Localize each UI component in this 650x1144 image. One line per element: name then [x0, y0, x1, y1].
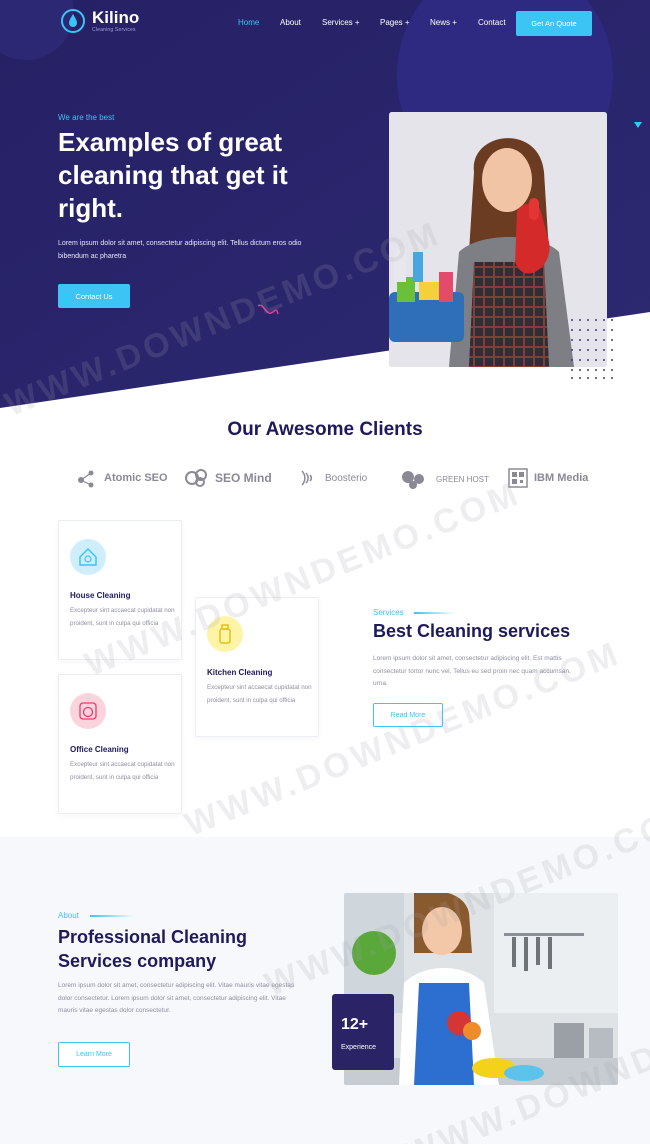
squiggle-decoration-icon [257, 304, 279, 315]
services-eyebrow: Services [373, 608, 404, 617]
bottle-icon [207, 616, 243, 652]
experience-number: 12+ [341, 1016, 369, 1033]
washer-icon [70, 693, 106, 729]
dot-grid-decoration [571, 319, 613, 379]
nav-home[interactable]: Home [238, 18, 259, 27]
services-heading: Best Cleaning services [373, 621, 571, 641]
house-icon [70, 539, 106, 575]
client-logo-seo-mind[interactable]: SEO Mind [185, 468, 272, 488]
experience-badge: 12+ Experience [332, 994, 394, 1070]
logo-tagline: Cleaning Services [92, 27, 136, 33]
hero-eyebrow: We are the best [58, 113, 115, 122]
service-desc: Excepteur sint accaecat cupidatat non pr… [70, 607, 175, 627]
about-title: Professional Cleaning Services company [58, 927, 248, 971]
hero-section: Kilino Cleaning Services Home About Serv… [0, 0, 650, 410]
client-label: Boosterio [325, 472, 368, 484]
learn-more-button[interactable]: Learn More [58, 1042, 130, 1067]
service-desc: Excepteur sint accaecat cupidatat non pr… [207, 684, 312, 704]
service-title: Kitchen Cleaning [207, 668, 273, 677]
hero-title: Examples of great cleaning that get it r… [58, 127, 288, 223]
nav-about[interactable]: About [280, 18, 301, 27]
wave-icon [301, 470, 313, 486]
about-text: Lorem ipsum dolor sit amet, consectetur … [58, 982, 295, 1014]
nav-services[interactable]: Services + [322, 18, 360, 27]
clients-title: Our Awesome Clients [227, 419, 423, 440]
eyebrow-line [90, 915, 134, 917]
read-more-button[interactable]: Read More [373, 703, 443, 727]
about-eyebrow: About [58, 911, 79, 920]
nav-contact[interactable]: Contact [478, 18, 506, 27]
client-logo-ibm-media[interactable]: IBM Media [508, 468, 588, 488]
droplet-logo-icon [61, 9, 85, 33]
contact-us-button[interactable]: Contact Us [58, 284, 130, 308]
client-logo-green-host[interactable]: GREEN HOST [400, 468, 489, 490]
logo[interactable]: Kilino Cleaning Services [60, 8, 139, 34]
cloud-icon [402, 471, 424, 489]
hero-text: Lorem ipsum dolor sit amet, consectetur … [58, 240, 302, 260]
service-title: Office Cleaning [70, 745, 129, 754]
client-logo-atomic-seo[interactable]: Atomic SEO [76, 468, 168, 488]
nav-pages[interactable]: Pages + [380, 18, 410, 27]
top-navbar: Kilino Cleaning Services Home About Serv… [0, 0, 650, 46]
service-card-office[interactable]: Office Cleaning Excepteur sint accaecat … [58, 674, 182, 814]
service-title: House Cleaning [70, 591, 131, 600]
service-card-kitchen[interactable]: Kitchen Cleaning Excepteur sint accaecat… [195, 597, 319, 737]
client-label: GREEN HOST [436, 474, 489, 484]
services-text: Lorem ipsum dolor sit amet, consectetur … [373, 655, 571, 687]
experience-label: Experience [341, 1044, 377, 1051]
service-desc: Excepteur sint accaecat cupidatat non pr… [70, 761, 175, 781]
logo-name: Kilino [92, 8, 140, 27]
client-logo-boosterio[interactable]: Boosterio [299, 468, 367, 488]
client-label: IBM Media [534, 472, 589, 484]
nav-news[interactable]: News + [430, 18, 457, 27]
service-card-house[interactable]: House Cleaning Excepteur sint accaecat c… [58, 520, 182, 660]
triangle-decoration-icon [634, 122, 642, 128]
brain-icon [185, 469, 207, 487]
qr-icon [508, 468, 528, 488]
client-label: Atomic SEO [104, 472, 168, 484]
eyebrow-line [414, 612, 456, 614]
get-quote-button[interactable]: Get An Quote [516, 11, 592, 36]
client-label: SEO Mind [215, 471, 272, 485]
atom-icon [78, 470, 94, 488]
